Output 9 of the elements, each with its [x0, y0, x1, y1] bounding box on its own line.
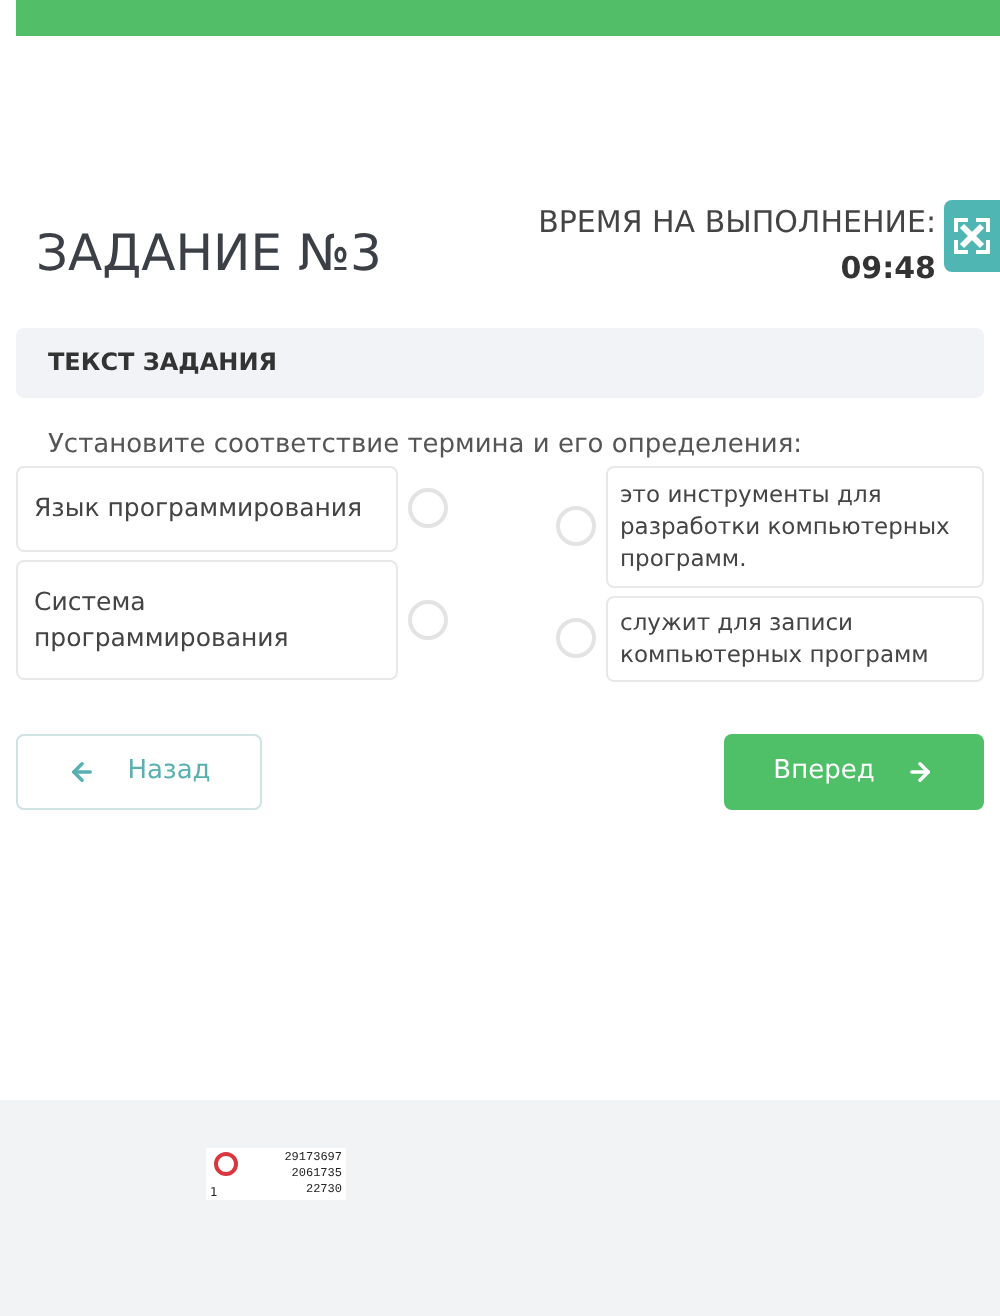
- timer-label: ВРЕМЯ НА ВЫПОЛНЕНИЕ:: [538, 202, 936, 244]
- section-header: ТЕКСТ ЗАДАНИЯ: [16, 327, 984, 397]
- term-card[interactable]: Система программирования: [16, 559, 398, 679]
- instruction-text: Установите соответствие термина и его определения:: [48, 429, 805, 461]
- task-title: ЗАДАНИЕ №3: [36, 222, 382, 286]
- term-card[interactable]: Язык программирования: [16, 465, 398, 551]
- definition-card[interactable]: это инструменты для разработки компьютерных программ.: [606, 465, 984, 587]
- definition-card[interactable]: служит для записи компьютерных программ: [606, 595, 984, 681]
- timer-value: 09:48: [840, 247, 936, 289]
